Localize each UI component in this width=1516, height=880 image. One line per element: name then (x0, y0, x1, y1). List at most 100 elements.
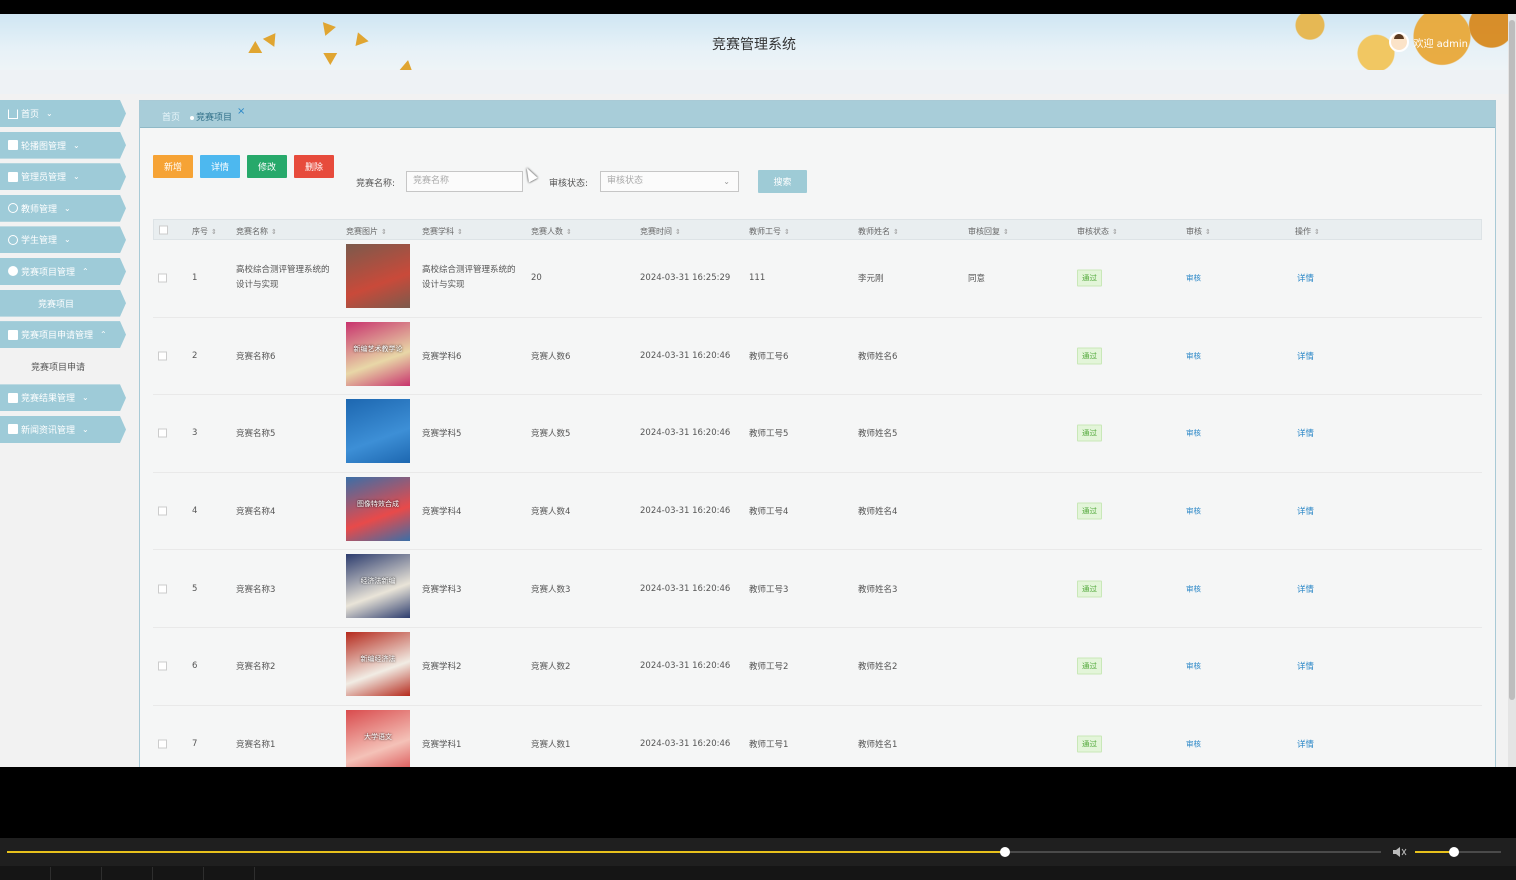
sidebar-item-label: 新闻资讯管理 (21, 425, 76, 436)
chevron-up-icon: ⌃ (100, 330, 107, 340)
welcome-text: 欢迎 admin (1413, 38, 1468, 50)
progress-fill (7, 851, 1005, 853)
app-window: 竞赛管理系统 欢迎 admin 首页 ⌄ 轮播图管理 ⌄ 管理员管理 ⌄ 教师管… (0, 14, 1508, 767)
select-all-checkbox[interactable] (159, 225, 168, 234)
table-row[interactable]: 3 竞赛名称5 竞赛学科5 竞赛人数5 2024-03-31 16:20:46 教师工号5… (153, 395, 1482, 473)
detail-button[interactable]: 详情 (200, 155, 240, 178)
close-icon[interactable]: × (237, 106, 245, 117)
sidebar-item-label: 学生管理 (21, 236, 58, 247)
delete-button[interactable]: 删除 (294, 155, 334, 178)
detail-link[interactable]: 详情 (1297, 660, 1314, 672)
col-header[interactable]: 审核回复 ⇕ (968, 226, 1009, 237)
detail-link[interactable]: 详情 (1297, 272, 1314, 284)
competition-thumbnail[interactable] (346, 244, 410, 308)
edit-button[interactable]: 修改 (247, 155, 287, 178)
row-checkbox[interactable] (158, 351, 167, 361)
progress-handle[interactable] (1000, 847, 1010, 857)
col-header[interactable]: 审核状态 ⇕ (1077, 226, 1118, 237)
competition-thumbnail[interactable]: 新编艺术教学论 (346, 321, 410, 386)
cell-name: 竞赛名称2 (236, 662, 276, 673)
table-row[interactable]: 7 竞赛名称1 大学语文 竞赛学科1 竞赛人数1 2024-03-31 16:20:46 教… (153, 706, 1482, 767)
video-frame: 竞赛管理系统 欢迎 admin 首页 ⌄ 轮播图管理 ⌄ 管理员管理 ⌄ 教师管… (0, 0, 1516, 880)
detail-link[interactable]: 详情 (1297, 583, 1314, 595)
cell-teacher-id: 教师工号2 (749, 662, 789, 673)
add-button[interactable]: 新增 (153, 155, 193, 178)
tab-bar: 首页 竞赛项目 × (140, 101, 1495, 128)
sort-icon: ⇕ (566, 228, 572, 236)
competition-thumbnail[interactable]: 新编经济法 (346, 631, 410, 696)
col-header[interactable]: 教师姓名 ⇕ (858, 226, 899, 237)
row-checkbox[interactable] (158, 506, 167, 516)
sort-icon: ⇕ (893, 228, 899, 236)
user-menu[interactable]: 欢迎 admin (1389, 32, 1468, 52)
competition-thumbnail[interactable]: 图像特效合成 (346, 476, 410, 541)
volume-handle[interactable] (1449, 847, 1459, 857)
col-header[interactable]: 竞赛名称 ⇕ (236, 226, 277, 237)
row-checkbox[interactable] (158, 428, 167, 438)
detail-link[interactable]: 详情 (1297, 738, 1314, 750)
table-row[interactable]: 5 竞赛名称3 经济法新编 竞赛学科3 竞赛人数3 2024-03-31 16:20:46… (153, 550, 1482, 628)
sort-icon: ⇕ (1314, 228, 1320, 236)
col-header[interactable]: 操作 ⇕ (1295, 226, 1320, 237)
table-row[interactable]: 1 高校综合测评管理系统的设计与实现 高校综合测评管理系统的设计与实现 20 2024-… (153, 240, 1482, 318)
sidebar-item-students[interactable]: 学生管理 ⌄ (0, 226, 126, 254)
col-header[interactable]: 审核 ⇕ (1186, 226, 1211, 237)
sidebar-item-admins[interactable]: 管理员管理 ⌄ (0, 163, 126, 191)
row-checkbox[interactable] (158, 661, 167, 671)
review-link[interactable]: 审核 (1186, 428, 1201, 439)
review-link[interactable]: 审核 (1186, 506, 1201, 517)
table-row[interactable]: 4 竞赛名称4 图像特效合成 竞赛学科4 竞赛人数4 2024-03-31 16:20:4… (153, 473, 1482, 551)
scrollbar-thumb[interactable] (1509, 20, 1515, 700)
col-header[interactable]: 竞赛学科 ⇕ (422, 226, 463, 237)
review-link[interactable]: 审核 (1186, 738, 1201, 749)
divider (203, 867, 204, 880)
detail-link[interactable]: 详情 (1297, 350, 1314, 362)
chevron-down-icon: ⌄ (82, 424, 89, 434)
sidebar-subitem-competition-apply[interactable]: 竞赛项目申请 (0, 353, 126, 380)
review-link[interactable]: 审核 (1186, 273, 1201, 284)
competition-thumbnail[interactable]: 经济法新编 (346, 554, 410, 619)
col-header[interactable]: 序号 ⇕ (192, 226, 217, 237)
sidebar-item-results[interactable]: 竞赛结果管理 ⌄ (0, 384, 126, 412)
sidebar-item-carousel[interactable]: 轮播图管理 ⌄ (0, 131, 126, 159)
row-checkbox[interactable] (158, 273, 167, 283)
col-header[interactable]: 竞赛人数 ⇕ (531, 226, 572, 237)
review-link[interactable]: 审核 (1186, 661, 1201, 672)
cell-time: 2024-03-31 16:20:46 (640, 738, 731, 749)
sidebar-item-home[interactable]: 首页 ⌄ (0, 100, 126, 127)
cell-subject: 高校综合测评管理系统的设计与实现 (422, 265, 516, 291)
sidebar-item-competition[interactable]: 竞赛项目管理 ⌃ (0, 257, 126, 285)
cell-time: 2024-03-31 16:20:46 (640, 350, 731, 361)
col-header[interactable]: 竞赛时间 ⇕ (640, 226, 681, 237)
review-link[interactable]: 审核 (1186, 583, 1201, 594)
table-row[interactable]: 2 竞赛名称6 新编艺术教学论 竞赛学科6 竞赛人数6 2024-03-31 16:20:… (153, 318, 1482, 396)
sidebar-item-teachers[interactable]: 教师管理 ⌄ (0, 194, 126, 222)
tab-competition[interactable]: 竞赛项目 (190, 110, 232, 123)
cell-count: 竞赛人数2 (531, 662, 571, 673)
status-select-value: 审核状态 (607, 176, 644, 186)
sidebar-item-label: 竞赛结果管理 (21, 394, 76, 405)
detail-link[interactable]: 详情 (1297, 505, 1314, 517)
name-search-input[interactable]: 竞赛名称 (406, 171, 523, 192)
status-badge: 通过 (1077, 502, 1102, 520)
sidebar-item-competition-apply[interactable]: 竞赛项目申请管理 ⌃ (0, 321, 126, 349)
detail-link[interactable]: 详情 (1297, 427, 1314, 439)
row-checkbox[interactable] (158, 739, 167, 749)
sidebar-item-news[interactable]: 新闻资讯管理 ⌄ (0, 415, 126, 443)
col-header[interactable]: 教师工号 ⇕ (749, 226, 790, 237)
avatar[interactable] (1389, 32, 1410, 52)
competition-thumbnail[interactable]: 大学语文 (346, 709, 410, 767)
col-header[interactable]: 竞赛图片 ⇕ (346, 226, 387, 237)
sort-icon: ⇕ (784, 228, 790, 236)
search-button[interactable]: 搜索 (758, 170, 807, 193)
competition-thumbnail[interactable] (346, 399, 410, 464)
review-link[interactable]: 审核 (1186, 350, 1201, 361)
cell-name: 竞赛名称1 (236, 739, 276, 750)
table-row[interactable]: 6 竞赛名称2 新编经济法 竞赛学科2 竞赛人数2 2024-03-31 16:20:46… (153, 628, 1482, 706)
sidebar-subitem-competition[interactable]: 竞赛项目 (0, 289, 126, 317)
tab-home[interactable]: 首页 (162, 110, 180, 123)
status-select[interactable]: 审核状态 ⌄ (600, 171, 739, 192)
sort-icon: ⇕ (1205, 228, 1211, 236)
row-checkbox[interactable] (158, 584, 167, 594)
volume-icon[interactable] (1393, 846, 1407, 858)
